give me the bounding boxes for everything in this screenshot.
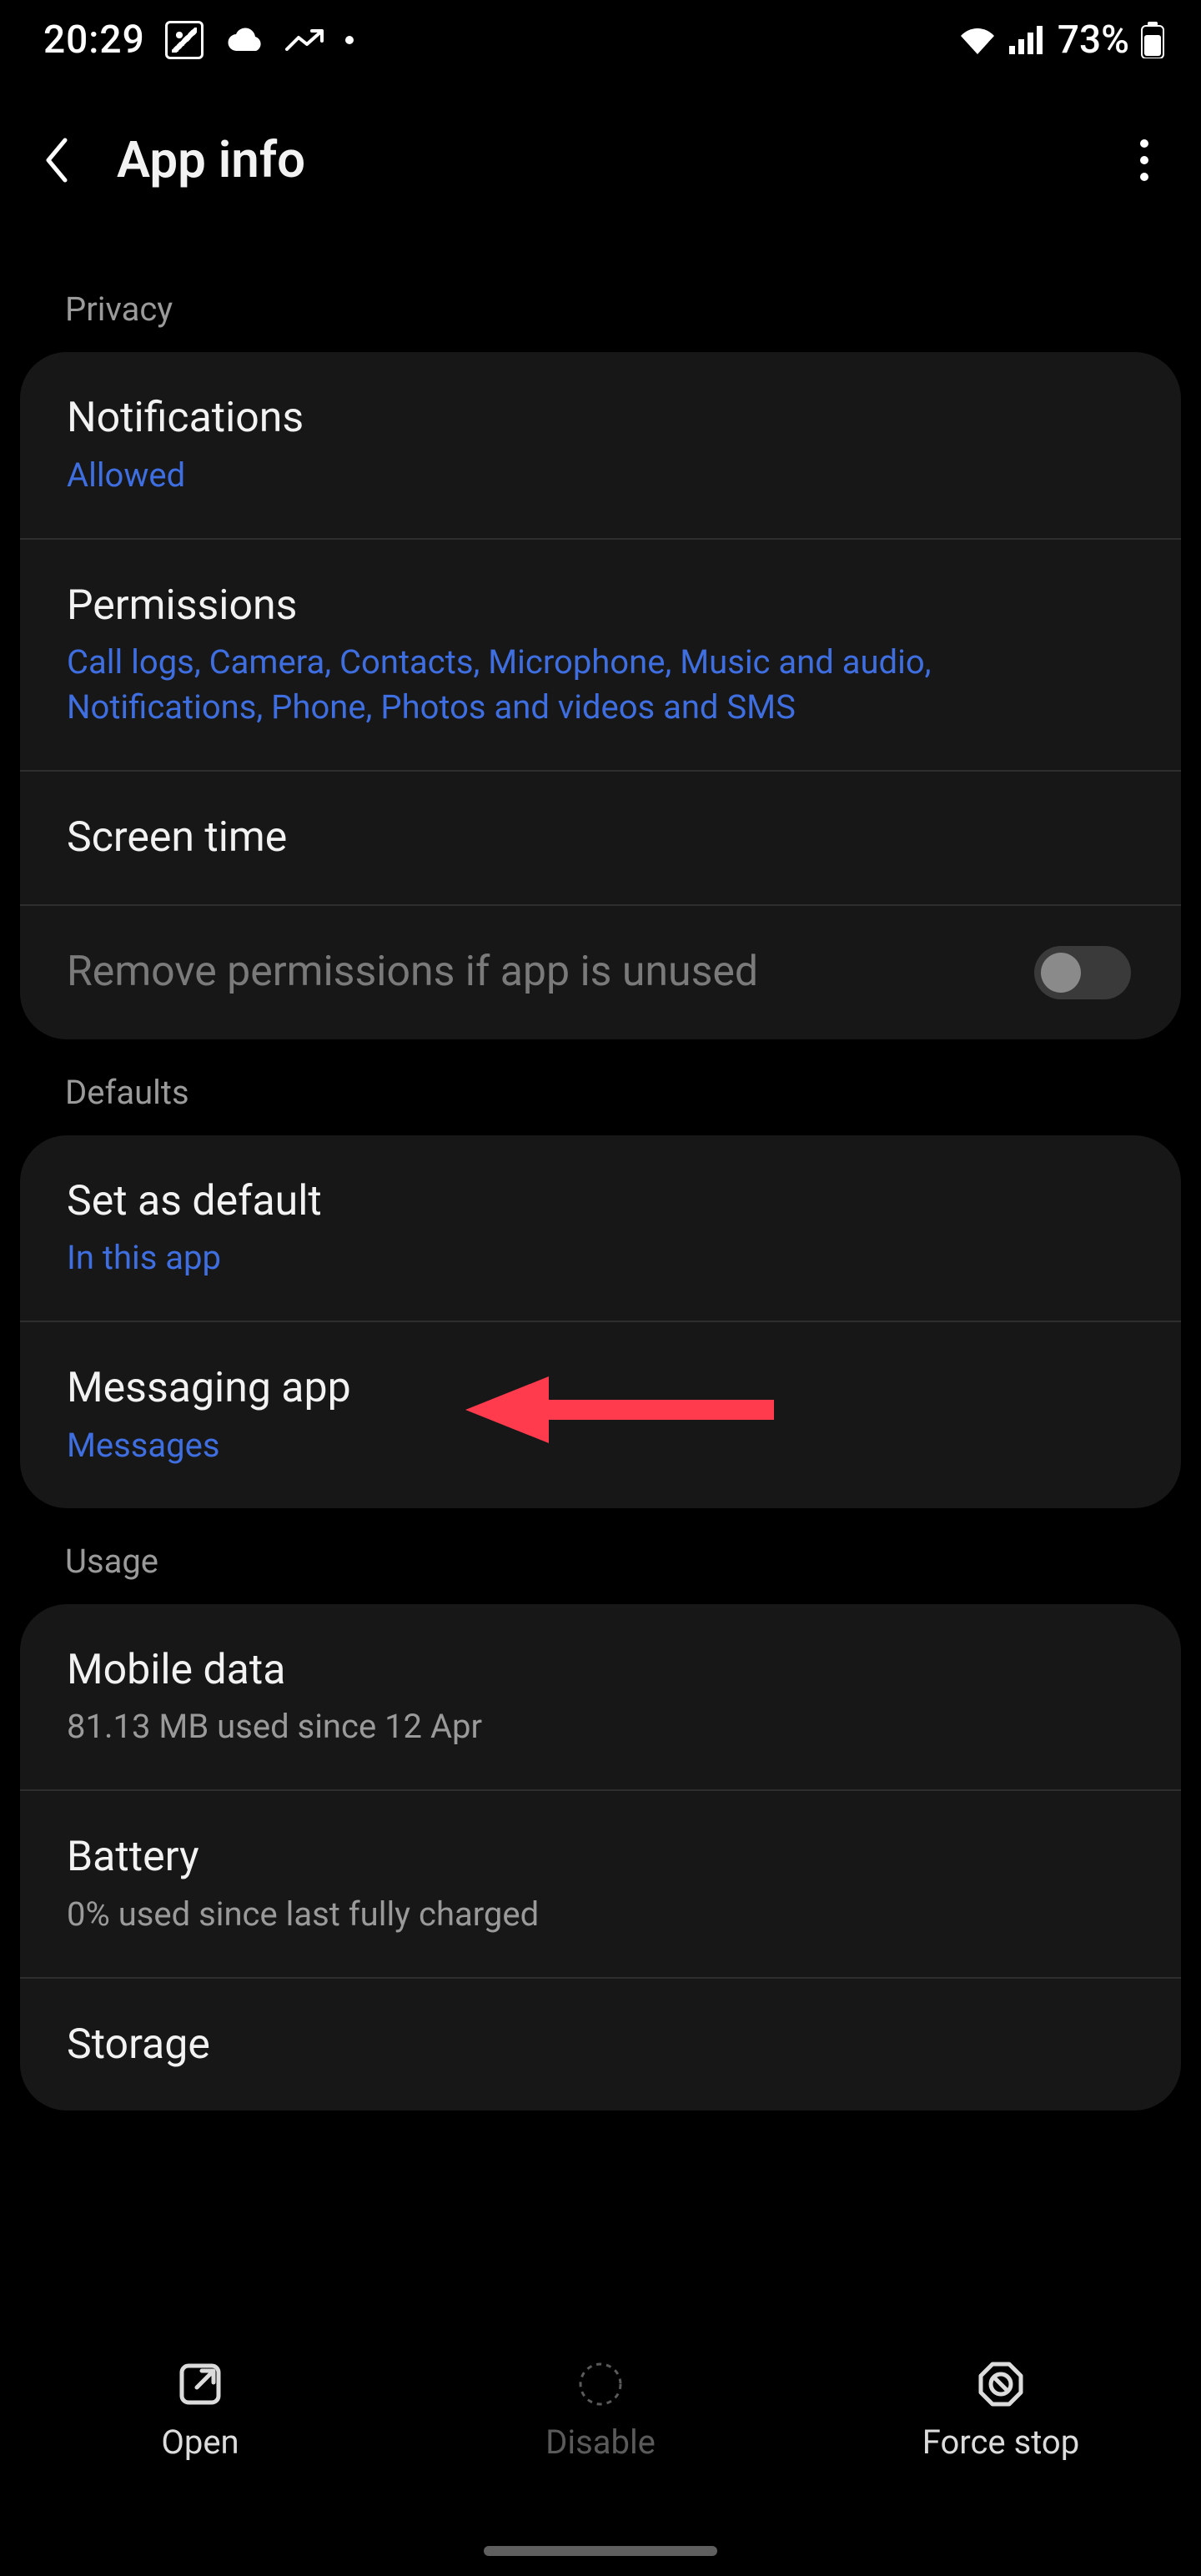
mobile-data-title: Mobile data [67, 1644, 1131, 1697]
set-as-default-sub: In this app [67, 1235, 1131, 1280]
remove-permissions-toggle[interactable] [1034, 946, 1131, 999]
notifications-title: Notifications [67, 392, 1131, 445]
header: App info [0, 80, 1201, 223]
permissions-sub: Call logs, Camera, Contacts, Microphone,… [67, 640, 1131, 730]
back-button[interactable] [33, 137, 80, 184]
usage-card: Mobile data 81.13 MB used since 12 Apr B… [20, 1604, 1181, 2111]
battery-icon [1141, 22, 1164, 58]
status-left: 20:29 [43, 18, 354, 63]
disable-icon [575, 2359, 626, 2409]
permissions-title: Permissions [67, 580, 1131, 632]
set-as-default-row[interactable]: Set as default In this app [20, 1135, 1181, 1323]
trend-indicator-icon [285, 28, 325, 53]
bottom-action-bar: Open Disable Force stop [0, 2339, 1201, 2576]
signal-icon [1009, 26, 1043, 54]
gallery-indicator-icon [165, 21, 204, 59]
disable-label: Disable [545, 2423, 656, 2462]
screen-time-row[interactable]: Screen time [20, 772, 1181, 906]
wifi-icon [957, 24, 997, 56]
open-button[interactable]: Open [2, 2359, 398, 2462]
section-label-privacy: Privacy [20, 256, 1181, 352]
storage-title: Storage [67, 2019, 1131, 2071]
notifications-row[interactable]: Notifications Allowed [20, 352, 1181, 540]
force-stop-button[interactable]: Force stop [802, 2359, 1198, 2462]
battery-row[interactable]: Battery 0% used since last fully charged [20, 1791, 1181, 1979]
status-right: 73% [957, 18, 1164, 63]
more-options-button[interactable] [1121, 137, 1168, 184]
open-icon [175, 2359, 225, 2409]
messaging-app-title: Messaging app [67, 1362, 1131, 1415]
messaging-app-sub: Messages [67, 1423, 1131, 1468]
remove-permissions-title: Remove permissions if app is unused [67, 946, 758, 999]
section-label-defaults: Defaults [20, 1039, 1181, 1135]
battery-percent: 73% [1058, 18, 1129, 63]
messaging-app-row[interactable]: Messaging app Messages [20, 1322, 1181, 1508]
battery-title: Battery [67, 1831, 1131, 1884]
privacy-card: Notifications Allowed Permissions Call l… [20, 352, 1181, 1039]
remove-permissions-row[interactable]: Remove permissions if app is unused [20, 906, 1181, 1039]
storage-row[interactable]: Storage [20, 1979, 1181, 2111]
screen-time-title: Screen time [67, 812, 1131, 864]
section-label-usage: Usage [20, 1508, 1181, 1604]
gesture-nav-pill[interactable] [484, 2546, 717, 2556]
open-label: Open [161, 2423, 239, 2462]
notifications-sub: Allowed [67, 453, 1131, 498]
mobile-data-sub: 81.13 MB used since 12 Apr [67, 1704, 1131, 1749]
mobile-data-row[interactable]: Mobile data 81.13 MB used since 12 Apr [20, 1604, 1181, 1792]
battery-sub: 0% used since last fully charged [67, 1892, 1131, 1937]
force-stop-icon [976, 2359, 1026, 2409]
clock: 20:29 [43, 18, 145, 63]
more-indicator-icon [345, 36, 354, 44]
cloud-indicator-icon [224, 25, 265, 55]
disable-button[interactable]: Disable [402, 2359, 798, 2462]
status-bar: 20:29 73% [0, 0, 1201, 80]
set-as-default-title: Set as default [67, 1175, 1131, 1228]
defaults-card: Set as default In this app Messaging app… [20, 1135, 1181, 1508]
permissions-row[interactable]: Permissions Call logs, Camera, Contacts,… [20, 540, 1181, 772]
force-stop-label: Force stop [922, 2423, 1079, 2462]
page-title: App info [117, 130, 305, 189]
